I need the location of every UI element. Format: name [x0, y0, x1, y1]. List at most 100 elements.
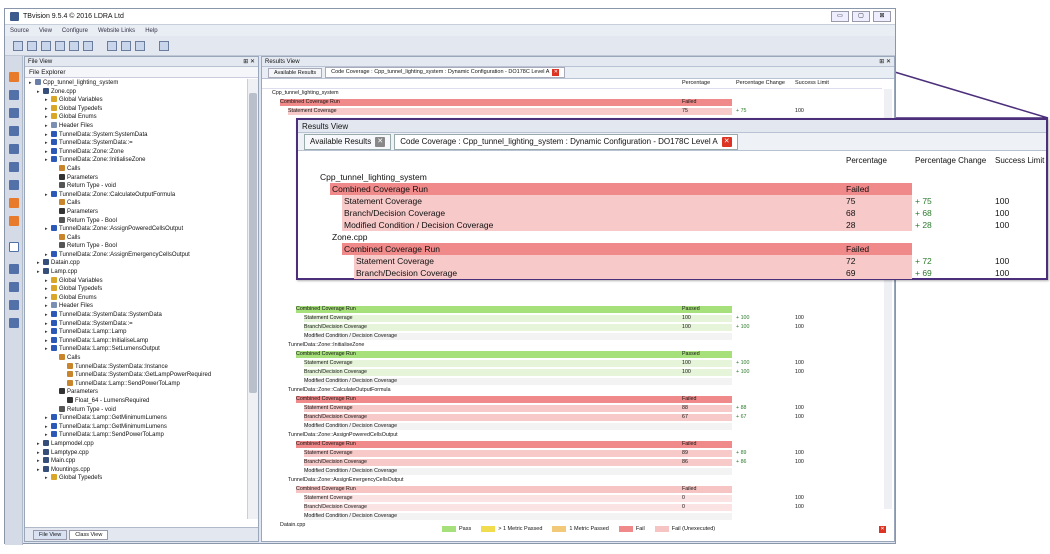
results-row[interactable]: Combined Coverage Run Failed: [262, 98, 882, 107]
tree-item[interactable]: Return Type - void: [25, 182, 247, 191]
results-row[interactable]: Branch/Decision Coverage 100 + 100 100: [262, 368, 882, 377]
tree-item[interactable]: TunnelData::SystemData::GetLampPowerRequ…: [25, 371, 247, 380]
view-icon[interactable]: [9, 90, 19, 100]
menu-help[interactable]: Help: [145, 28, 157, 34]
tree-item[interactable]: ▸ Zone.cpp: [25, 87, 247, 97]
minimize-button[interactable]: ▭: [831, 11, 849, 22]
tree-item[interactable]: Calls: [25, 233, 247, 243]
tree-item[interactable]: TunnelData::Lamp::SendPowerToLamp: [25, 379, 247, 389]
results-row[interactable]: Combined Coverage Run Passed: [262, 350, 882, 359]
analysis-icon[interactable]: [9, 72, 19, 82]
tree-item[interactable]: ▸ TunnelData::SystemData::SystemData: [25, 311, 247, 320]
panel-icon[interactable]: [9, 300, 19, 310]
tree-item[interactable]: ▸ TunnelData::Lamp::GetMinimumLumens: [25, 422, 247, 432]
tool-icon[interactable]: [9, 198, 19, 208]
results-row[interactable]: TunnelData::Zone::InitialiseZone: [262, 341, 882, 350]
zoom-results-row[interactable]: Cpp_tunnel_lighting_system: [298, 171, 1046, 183]
print-icon[interactable]: [55, 40, 65, 51]
tree-item[interactable]: ▸ TunnelData::Lamp::GetMinimumLumens: [25, 414, 247, 423]
tree-item[interactable]: ▸ Global Enums: [25, 113, 247, 122]
copy-icon[interactable]: [27, 40, 37, 51]
zoom-results-row[interactable]: Statement Coverage 72 + 72 100: [298, 255, 1046, 267]
tree-item[interactable]: ▸ Global Variables: [25, 96, 247, 105]
tree-item[interactable]: ▸ Global Typedefs: [25, 285, 247, 294]
menu-website-links[interactable]: Website Links: [98, 28, 135, 34]
tree-item[interactable]: ▸ TunnelData::Zone::AssignPoweredCellsOut…: [25, 225, 247, 234]
results-row[interactable]: Cpp_tunnel_lighting_system: [262, 89, 882, 98]
export-side-icon[interactable]: [9, 318, 19, 328]
zoom-col-percentage[interactable]: Percentage: [846, 156, 887, 165]
pin-icon[interactable]: ⊞ ✕: [243, 57, 255, 67]
grid-icon[interactable]: [135, 40, 145, 51]
zoom-results-row[interactable]: Zone.cpp: [298, 231, 1046, 243]
results-row[interactable]: Statement Coverage 100 + 100 100: [262, 314, 882, 323]
tree-item[interactable]: ▸ TunnelData::Lamp::SendPowerToLamp: [25, 431, 247, 440]
tree-item[interactable]: ▸ Mountings.cpp: [25, 465, 247, 475]
table-icon[interactable]: [9, 282, 19, 292]
results-row[interactable]: Modified Condition / Decision Coverage: [262, 332, 882, 341]
close-results-icon[interactable]: ✕: [879, 526, 886, 533]
tab-file-view[interactable]: File View: [33, 529, 68, 540]
tree-item[interactable]: ▸ Lamptype.cpp: [25, 448, 247, 458]
results-row[interactable]: Combined Coverage Run Passed: [262, 305, 882, 314]
metrics-icon[interactable]: [9, 144, 19, 154]
results-row[interactable]: [262, 287, 882, 296]
tree-item[interactable]: Calls: [25, 164, 247, 174]
results-row[interactable]: Branch/Decision Coverage 100 + 100 100: [262, 323, 882, 332]
tree-item[interactable]: Return Type - void: [25, 405, 247, 415]
menu-configure[interactable]: Configure: [62, 28, 88, 34]
results-row[interactable]: Statement Coverage 100 + 100 100: [262, 359, 882, 368]
col-percentage-change[interactable]: Percentage Change: [736, 80, 785, 86]
tree-item[interactable]: Parameters: [25, 207, 247, 217]
coverage-icon[interactable]: [9, 162, 19, 172]
col-percentage[interactable]: Percentage: [682, 80, 710, 86]
results-row[interactable]: Modified Condition / Decision Coverage: [262, 512, 882, 521]
export-icon[interactable]: [83, 40, 93, 51]
col-success-limit[interactable]: Success Limit: [795, 80, 829, 86]
results-row[interactable]: Branch/Decision Coverage 67 + 67 100: [262, 413, 882, 422]
results-row[interactable]: Combined Coverage Run Failed: [262, 395, 882, 404]
report-side-icon[interactable]: [9, 216, 19, 226]
zoom-tab-code-coverage[interactable]: Code Coverage : Cpp_tunnel_lighting_syst…: [394, 133, 738, 150]
tree-item[interactable]: ▸ Cpp_tunnel_lighting_system: [25, 79, 247, 88]
results-row[interactable]: Modified Condition / Decision Coverage: [262, 467, 882, 476]
save-icon[interactable]: [69, 40, 79, 51]
tree-item[interactable]: ▸ Global Typedefs: [25, 474, 247, 483]
results-row[interactable]: TunnelData::Zone::CalculateOutputFormula: [262, 386, 882, 395]
close-tab-icon[interactable]: ✕: [552, 69, 560, 76]
tree-item[interactable]: TunnelData::SystemData::Instance: [25, 362, 247, 372]
tab-class-view[interactable]: Class View: [69, 529, 109, 540]
results-row[interactable]: [262, 296, 882, 305]
zoom-results-row[interactable]: Branch/Decision Coverage 69 + 69 100: [298, 267, 1046, 279]
tree-item[interactable]: ▸ TunnelData::System:SystemData: [25, 130, 247, 140]
tree-item[interactable]: ▸ Global Variables: [25, 276, 247, 286]
menu-source[interactable]: Source: [10, 28, 29, 34]
tree-item[interactable]: ▸ Global Typedefs: [25, 104, 247, 114]
tree-item[interactable]: ▸ TunnelData::Lamp::Lamp: [25, 328, 247, 337]
tree-item[interactable]: Calls: [25, 354, 247, 363]
tree-item[interactable]: ▸ Header Files: [25, 121, 247, 131]
tree-item[interactable]: Float_64 - LumensRequired: [25, 396, 247, 406]
results-row[interactable]: Combined Coverage Run Failed: [262, 440, 882, 449]
maximize-button[interactable]: ▢: [852, 11, 870, 22]
tests-icon[interactable]: [9, 180, 19, 190]
results-row[interactable]: Combined Coverage Run Failed: [262, 485, 882, 494]
tree-item[interactable]: ▸ TunnelData::Zone::InitialiseZone: [25, 156, 247, 165]
list-icon[interactable]: [9, 264, 19, 274]
tree-item[interactable]: ▸ Datain.cpp: [25, 259, 247, 268]
tree-item[interactable]: ▸ TunnelData::Zone::Zone: [25, 147, 247, 157]
file-tree-scrollbar[interactable]: [247, 79, 258, 519]
menu-view[interactable]: View: [39, 28, 52, 34]
scrollbar-thumb[interactable]: [249, 93, 257, 393]
chart-icon[interactable]: [121, 40, 131, 51]
tree-item[interactable]: ▸ Header Files: [25, 302, 247, 311]
report-icon[interactable]: [107, 40, 117, 51]
results-row[interactable]: Branch/Decision Coverage 86 + 86 100: [262, 458, 882, 467]
results-row[interactable]: Modified Condition / Decision Coverage: [262, 422, 882, 431]
zoom-tab-available-results[interactable]: Available Results ✕: [304, 133, 392, 150]
new-icon[interactable]: [13, 40, 23, 51]
zoom-col-success-limit[interactable]: Success Limit: [995, 156, 1044, 165]
tree-item[interactable]: ▸ Lampmodel.cpp: [25, 439, 247, 449]
settings-icon[interactable]: [159, 40, 169, 51]
results-row[interactable]: TunnelData::Zone::AssignEmergencyCellsOu…: [262, 476, 882, 485]
